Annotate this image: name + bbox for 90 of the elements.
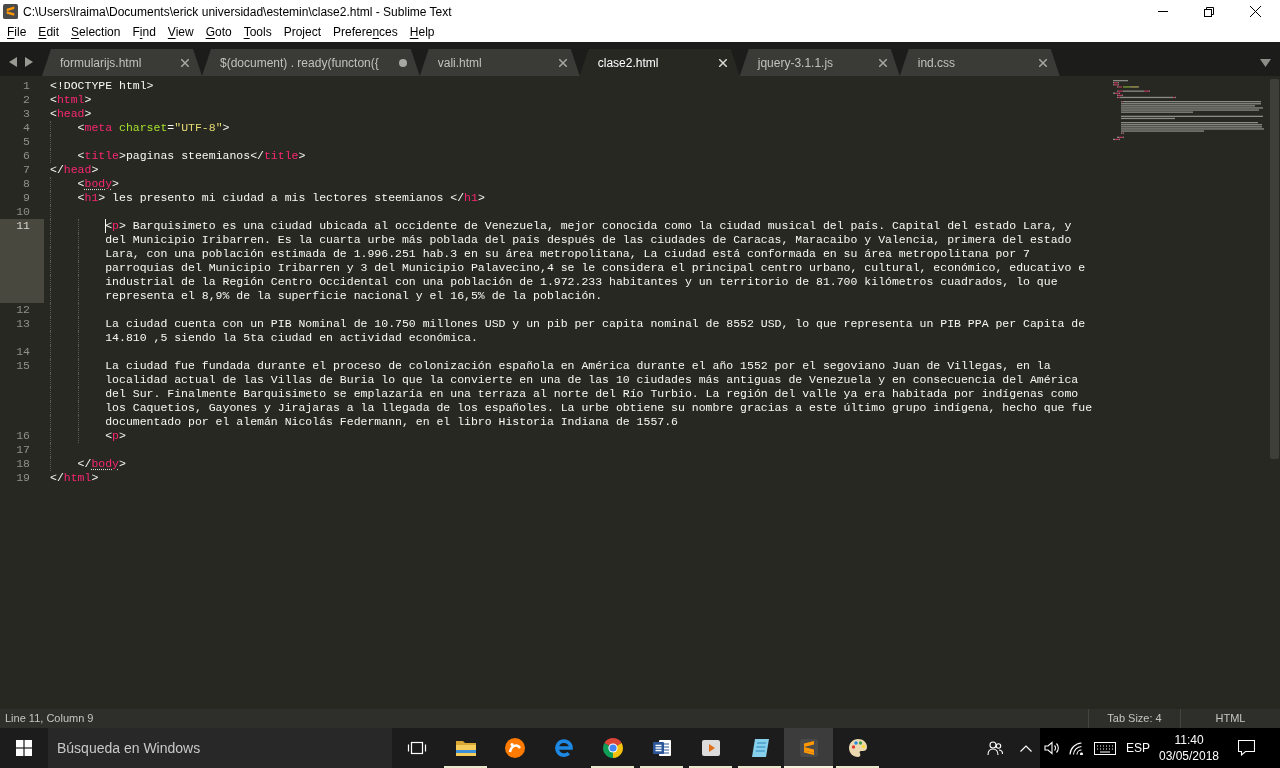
close-icon — [1249, 6, 1261, 17]
taskbar-button[interactable] — [784, 728, 833, 768]
code-line: documentado por el alemán Nicolás Federmann, en el libro Historia Indiana de 1557.6 — [105, 415, 678, 429]
line-number: 13 — [16, 317, 30, 331]
code-line: <title>paginas steemianos</title> — [77, 149, 306, 163]
code-line: parroquias del Municipio Iribarren y 3 del Municipio Palavecino,4 se le considera el principal centro urbano, cultural, económico, educativo e — [105, 261, 1086, 275]
ring-logo-icon — [600, 736, 625, 760]
app-icon — [3, 4, 18, 19]
code-line: representa el 8,9% de la superficie nacional y el 16,5% de la población. — [105, 289, 603, 303]
search-field[interactable]: Búsqueda en Windows — [48, 728, 392, 768]
window-panes-icon — [16, 740, 32, 756]
line-number: 7 — [23, 163, 30, 177]
line-number: 14 — [16, 345, 30, 359]
swirl-logo-icon — [502, 736, 527, 760]
code-line: <meta charset="UTF-8"> — [77, 121, 230, 135]
code-line: </head> — [50, 163, 99, 177]
close-icon[interactable] — [181, 58, 189, 67]
line-number: 12 — [16, 303, 30, 317]
restore-icon — [1204, 6, 1214, 17]
scrollbar-thumb[interactable] — [1269, 79, 1279, 459]
clock-button[interactable]: 11:40 03/05/2018 — [1156, 728, 1222, 768]
line-number: 11 — [16, 219, 30, 233]
code-line: La ciudad cuenta con un PIB Nominal de 10.750 millones USD y un pib per capita nominal de 8552 USD, lo que representa un PIB PPA per Capita de — [105, 317, 1086, 331]
line-number: 9 — [23, 191, 30, 205]
task-view-icon — [406, 740, 427, 756]
line-number: 5 — [23, 135, 30, 149]
menu-item[interactable]: File — [1, 23, 33, 42]
code-line: </body> — [77, 457, 126, 471]
code-line: industrial de la Región Centro Occidental con una población de 1.972.233 habitantes y un territorio de 81.700 kilómetros cuadrados, lo que — [105, 275, 1058, 289]
line-number: 19 — [16, 471, 30, 485]
close-icon[interactable] — [718, 58, 727, 67]
line-number: 1 — [23, 79, 30, 93]
code-line: <body> — [77, 177, 119, 191]
language-button[interactable]: ESP — [1120, 728, 1156, 768]
chevron-up-icon — [1020, 744, 1032, 752]
tab[interactable]: jquery-3.1.1.js — [739, 49, 900, 76]
menu-item[interactable]: Goto — [199, 23, 238, 42]
minimize-icon — [1158, 11, 1168, 12]
window-title: C:\Users\lraima\Documents\erick universidad\estemin\clase2.html - Sublime Text — [23, 3, 452, 21]
code-line: <html> — [50, 93, 92, 107]
left-arrow-icon[interactable] — [9, 57, 17, 67]
code-line: La ciudad fue fundada durante el proceso de colonización española en América durante el año 1552 por el segoviano Juan de Villegas, en la — [105, 359, 1051, 373]
line-number: 2 — [23, 93, 30, 107]
right-arrow-icon[interactable] — [25, 57, 33, 67]
line-number: 10 — [16, 205, 30, 219]
speaker-icon — [1044, 741, 1060, 755]
code-line: del Sur. Finalmente Barquisimeto se emplazaría en una terraza al norte del Río Turbio. La región del valle ya era habitada por indígenas como — [105, 387, 1079, 401]
code-line: 14.810 ,5 siendo la 5ta ciudad en actividad económica. — [105, 331, 478, 345]
close-icon[interactable] — [1038, 58, 1047, 67]
people-icon — [987, 740, 1003, 756]
line-number: 4 — [23, 121, 30, 135]
menu-item[interactable]: Edit — [32, 23, 66, 42]
line-number: 17 — [16, 443, 30, 457]
code-line: del Municipio Iribarren. Es la cuarta urbe más poblada del país después de las ciudades de Caracas, Maracaibo y Valencia, primera del estado — [105, 233, 1072, 247]
tab[interactable]: vali.html — [419, 49, 580, 76]
code-line: <p> Barquisimeto es una ciudad ubicada al occidente de Venezuela, mejor conocida como la ciudad musical del país. Capital del estado Lara, y — [105, 219, 1072, 233]
close-icon[interactable] — [558, 58, 567, 67]
menu-item[interactable]: Tools — [237, 23, 278, 42]
cursor-position: Line 11, Column 9 — [4, 711, 94, 727]
tab[interactable]: $(document) . ready(functon({ — [202, 49, 420, 76]
tab[interactable]: formularijs.html — [42, 49, 202, 76]
menu-item[interactable]: Selection — [65, 23, 127, 42]
caret-down-icon[interactable] — [1260, 59, 1271, 67]
line-number: 8 — [23, 177, 30, 191]
code-line: </html> — [50, 471, 99, 485]
line-number: 16 — [16, 429, 30, 443]
menu-item[interactable]: Help — [403, 23, 441, 42]
menu-item[interactable]: View — [161, 23, 200, 42]
wifi-icon — [1069, 741, 1085, 755]
menu-item[interactable]: Preferences — [327, 23, 404, 42]
code-line: Lara, con una población estimada de 1.996.251 hab.3 en su área metropolitana, La ciudad está conformada en su área metropolitana por 7 — [105, 247, 1030, 261]
menu-item[interactable]: Find — [126, 23, 162, 42]
modified-dot-icon[interactable] — [398, 58, 407, 67]
line-number: 3 — [23, 107, 30, 121]
notification-icon — [1237, 740, 1255, 756]
code-minimap[interactable] — [1113, 80, 1267, 141]
keyboard-icon — [1094, 741, 1116, 755]
line-number: 18 — [16, 457, 30, 471]
code-line: <head> — [50, 107, 92, 121]
close-icon[interactable] — [878, 58, 887, 67]
line-number: 6 — [23, 149, 30, 163]
code-line: <!DOCTYPE html> — [50, 79, 154, 93]
code-line: los Caquetios, Gayones y Jirajaras a la llegada de los españoles. La urbe obtiene su nombre gracias a este último grupo indígena, hecho que fue — [105, 401, 1093, 415]
code-line: <h1> les presento mi ciudad a mis lectores steemianos </h1> — [77, 191, 485, 205]
code-line: localidad actual de las Villas de Buria lo que la convierte en una de las 10 ciudades más antiguas de Venezuela y en consecuencia del América — [105, 373, 1079, 387]
line-number: 15 — [16, 359, 30, 373]
tab[interactable]: ind.css — [899, 49, 1060, 76]
menu-item[interactable]: Project — [277, 23, 328, 42]
code-line: <p> — [105, 429, 126, 443]
tab[interactable]: clase2.html — [579, 49, 740, 76]
